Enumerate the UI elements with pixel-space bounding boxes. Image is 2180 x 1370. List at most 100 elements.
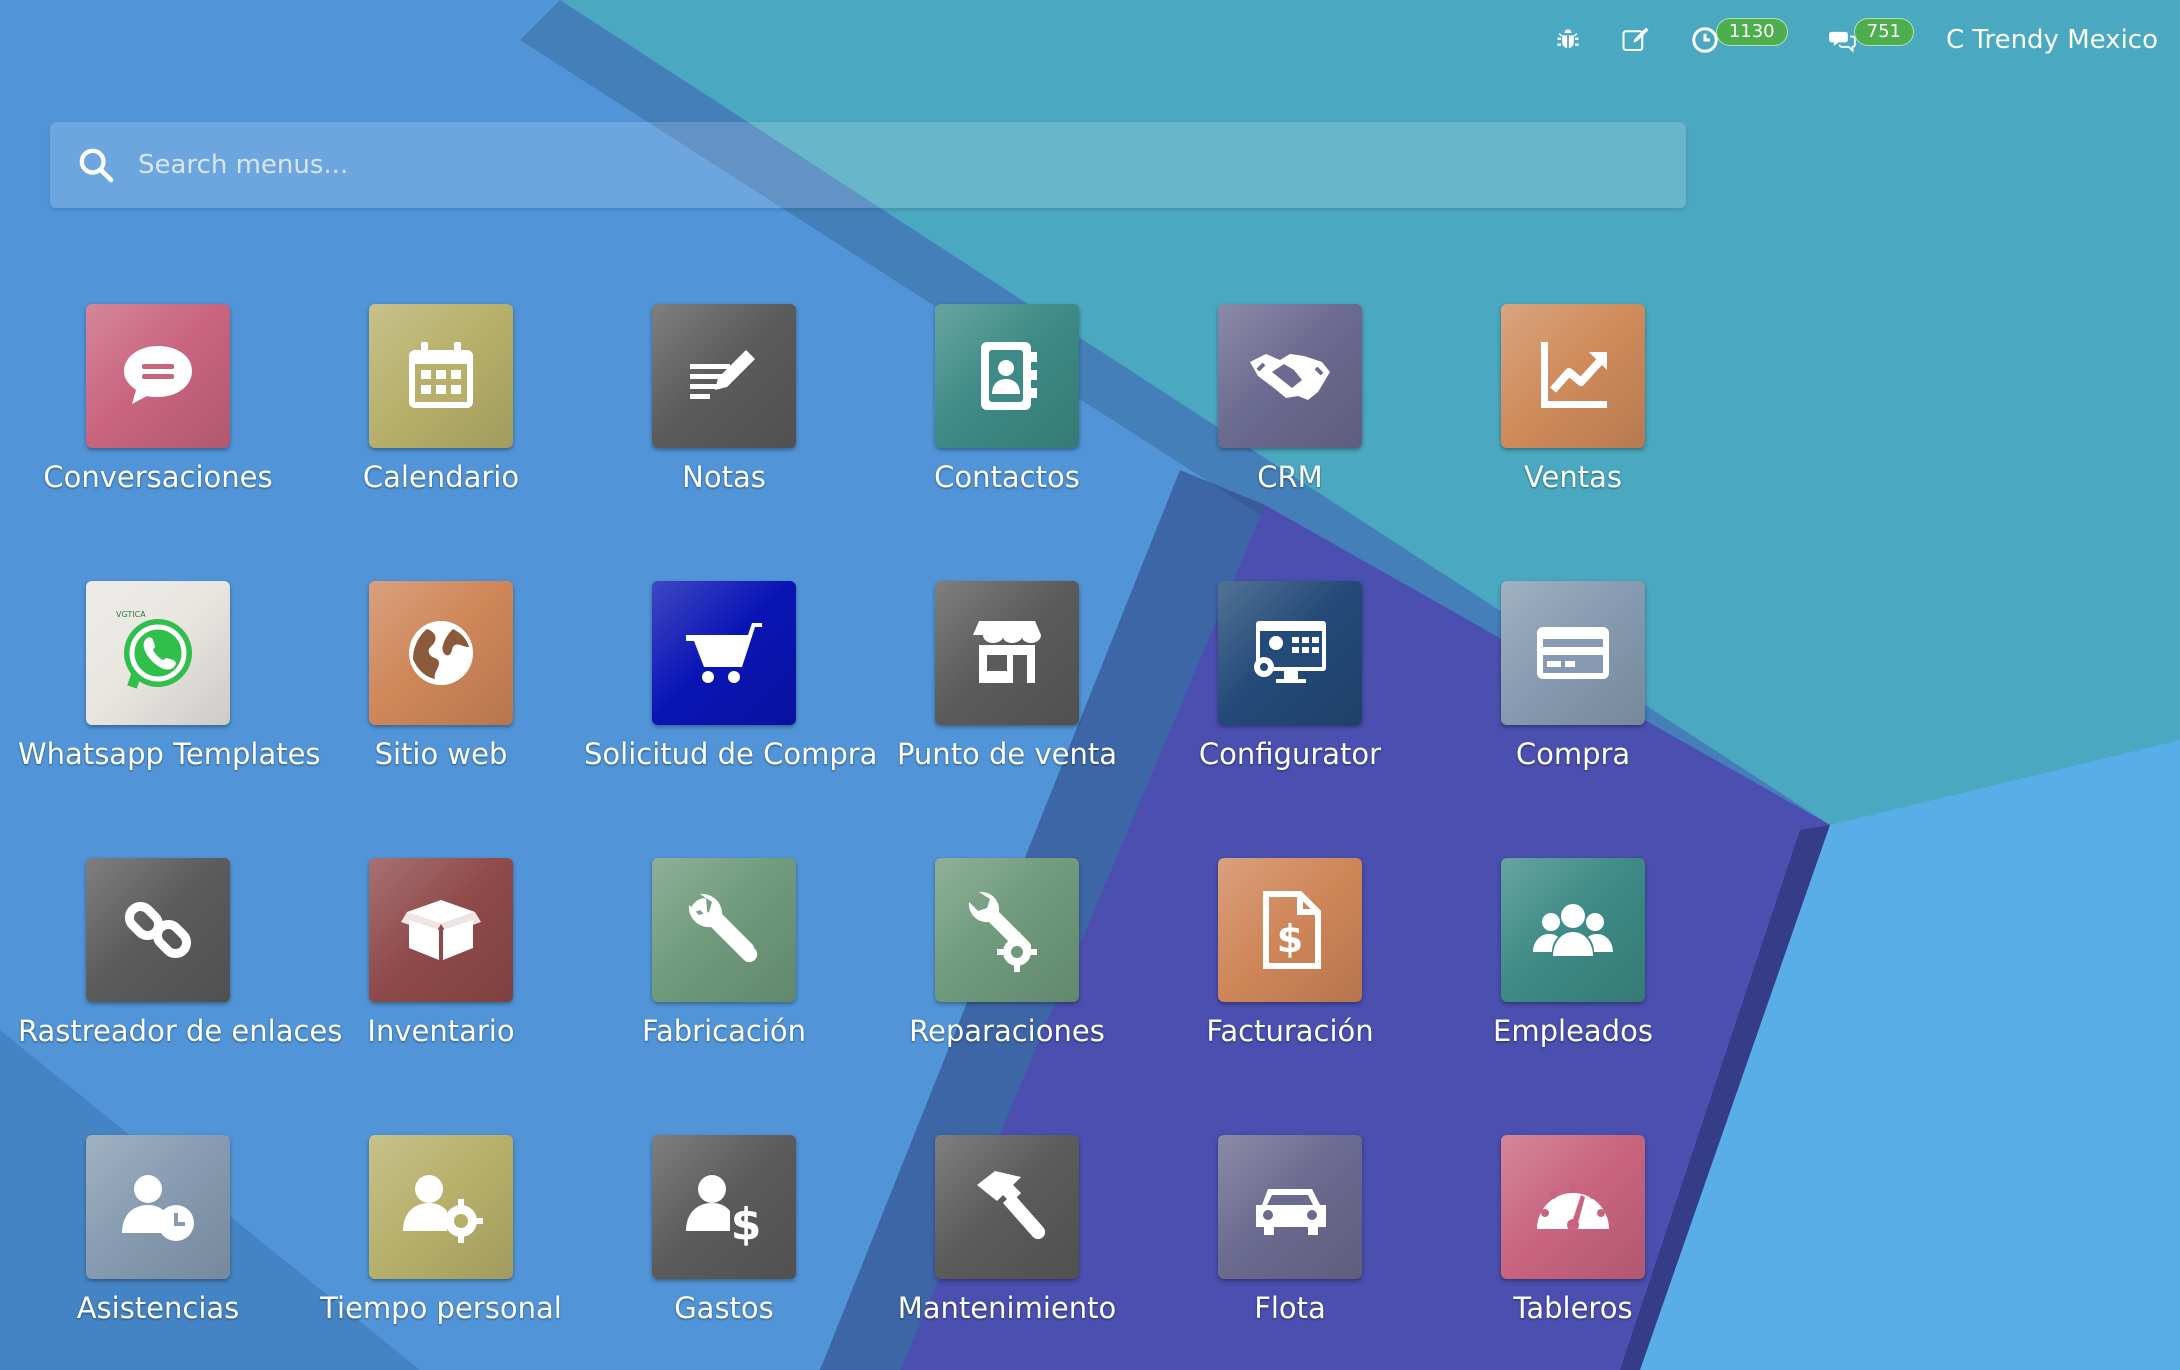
app-gastos[interactable]: $ Gastos xyxy=(584,1135,864,1325)
app-facturacion[interactable]: $ Facturación xyxy=(1150,858,1430,1048)
app-reparaciones[interactable]: Reparaciones xyxy=(867,858,1147,1048)
app-conversaciones[interactable]: Conversaciones xyxy=(18,304,298,494)
app-label: Reparaciones xyxy=(909,1014,1105,1048)
app-tile[interactable] xyxy=(369,581,513,725)
app-crm[interactable]: CRM xyxy=(1150,304,1430,494)
svg-text:VGTICA: VGTICA xyxy=(116,610,146,619)
app-empleados[interactable]: Empleados xyxy=(1433,858,1713,1048)
app-contactos[interactable]: Contactos xyxy=(867,304,1147,494)
app-asistencias[interactable]: Asistencias xyxy=(18,1135,298,1325)
search-icon xyxy=(79,148,114,183)
app-tableros[interactable]: Tableros xyxy=(1433,1135,1713,1325)
contacts-icon xyxy=(981,342,1037,410)
hammer-icon xyxy=(977,1171,1046,1240)
app-tile[interactable] xyxy=(935,304,1079,448)
app-ventas[interactable]: Ventas xyxy=(1433,304,1713,494)
app-tile[interactable] xyxy=(935,581,1079,725)
app-inventario[interactable]: Inventario xyxy=(301,858,581,1048)
app-tile[interactable] xyxy=(369,858,513,1002)
app-tile[interactable] xyxy=(1218,304,1362,448)
app-tile[interactable] xyxy=(369,1135,513,1279)
app-label: CRM xyxy=(1257,460,1323,494)
edit-note-icon[interactable] xyxy=(1620,18,1652,62)
app-label: Calendario xyxy=(362,460,520,494)
app-rastreador-de-enlaces[interactable]: Rastreador de enlaces xyxy=(18,858,343,1048)
car-icon xyxy=(1256,1189,1326,1235)
app-whatsapp-templates[interactable]: VGTICA Whatsapp Templates xyxy=(18,581,321,771)
app-label: Compra xyxy=(1515,737,1631,771)
app-label: Mantenimiento xyxy=(897,1291,1117,1325)
app-notas[interactable]: Notas xyxy=(584,304,864,494)
app-label: Contactos xyxy=(934,460,1080,494)
whatsapp-icon: VGTICA xyxy=(116,610,192,689)
app-tile[interactable] xyxy=(935,1135,1079,1279)
app-label: Tiempo personal xyxy=(320,1291,562,1325)
app-tile[interactable] xyxy=(1218,1135,1362,1279)
activities-count-badge: 1130 xyxy=(1715,18,1788,46)
invoice-icon: $ xyxy=(1263,891,1321,969)
user-gear-icon xyxy=(403,1175,483,1243)
app-tile[interactable] xyxy=(1501,581,1645,725)
app-tile[interactable] xyxy=(86,858,230,1002)
app-tile[interactable]: VGTICA xyxy=(86,581,230,725)
app-tile[interactable] xyxy=(935,858,1079,1002)
app-mantenimiento[interactable]: Mantenimiento xyxy=(867,1135,1147,1325)
app-tile[interactable] xyxy=(1501,1135,1645,1279)
company-switcher[interactable]: C Trendy Mexico xyxy=(1946,25,2158,55)
search-input[interactable] xyxy=(136,134,1686,196)
app-configurator[interactable]: Configurator xyxy=(1150,581,1430,771)
app-label: Facturación xyxy=(1206,1014,1374,1048)
app-label: Rastreador de enlaces xyxy=(18,1014,343,1048)
app-tile[interactable] xyxy=(369,304,513,448)
chat-bubbles-icon xyxy=(1828,31,1856,53)
svg-text:$: $ xyxy=(731,1199,762,1250)
globe-icon xyxy=(409,621,473,685)
app-tile[interactable] xyxy=(86,304,230,448)
activities-menu[interactable]: 1130 xyxy=(1690,18,1788,62)
app-label: Solicitud de Compra xyxy=(584,737,878,771)
chat-icon xyxy=(124,346,192,404)
app-flota[interactable]: Flota xyxy=(1150,1135,1430,1325)
top-navbar: 1130 751 C Trendy Mexico xyxy=(1516,18,2158,62)
chart-icon xyxy=(1541,342,1607,408)
calendar-icon xyxy=(409,342,473,408)
app-punto-de-venta[interactable]: Punto de venta xyxy=(867,581,1147,771)
messages-menu[interactable]: 751 xyxy=(1826,18,1914,62)
app-tile[interactable] xyxy=(1501,304,1645,448)
app-label: Conversaciones xyxy=(43,460,273,494)
store-icon xyxy=(973,621,1041,683)
app-tile[interactable] xyxy=(652,304,796,448)
app-tiempo-personal[interactable]: Tiempo personal xyxy=(301,1135,581,1325)
wrench-icon xyxy=(688,893,758,963)
app-tile[interactable]: $ xyxy=(1218,858,1362,1002)
app-tile[interactable]: $ xyxy=(652,1135,796,1279)
app-tile[interactable] xyxy=(1501,858,1645,1002)
gauge-icon xyxy=(1537,1183,1609,1231)
app-tile[interactable] xyxy=(652,581,796,725)
app-label: Inventario xyxy=(367,1014,515,1048)
app-label: Whatsapp Templates xyxy=(18,737,321,771)
app-solicitud-de-compra[interactable]: Solicitud de Compra xyxy=(584,581,878,771)
app-tile[interactable] xyxy=(1218,581,1362,725)
app-label: Punto de venta xyxy=(896,737,1118,771)
app-calendario[interactable]: Calendario xyxy=(301,304,581,494)
app-tile[interactable] xyxy=(86,1135,230,1279)
app-fabricacion[interactable]: Fabricación xyxy=(584,858,864,1048)
app-sitio-web[interactable]: Sitio web xyxy=(301,581,581,771)
app-label: Empleados xyxy=(1493,1014,1653,1048)
notes-icon xyxy=(690,350,755,399)
app-label: Gastos xyxy=(674,1291,774,1325)
handshake-icon xyxy=(1250,354,1330,400)
svg-text:$: $ xyxy=(1277,917,1303,961)
app-label: Sitio web xyxy=(374,737,508,771)
debug-bug-icon[interactable] xyxy=(1554,18,1582,62)
app-label: Tableros xyxy=(1513,1291,1633,1325)
box-icon xyxy=(401,900,481,960)
cart-icon xyxy=(686,623,762,683)
app-label: Fabricación xyxy=(641,1014,807,1048)
wrench-gear-icon xyxy=(968,891,1037,972)
link-icon xyxy=(124,901,192,959)
search-bar xyxy=(50,122,1686,208)
app-tile[interactable] xyxy=(652,858,796,1002)
app-compra[interactable]: Compra xyxy=(1433,581,1713,771)
